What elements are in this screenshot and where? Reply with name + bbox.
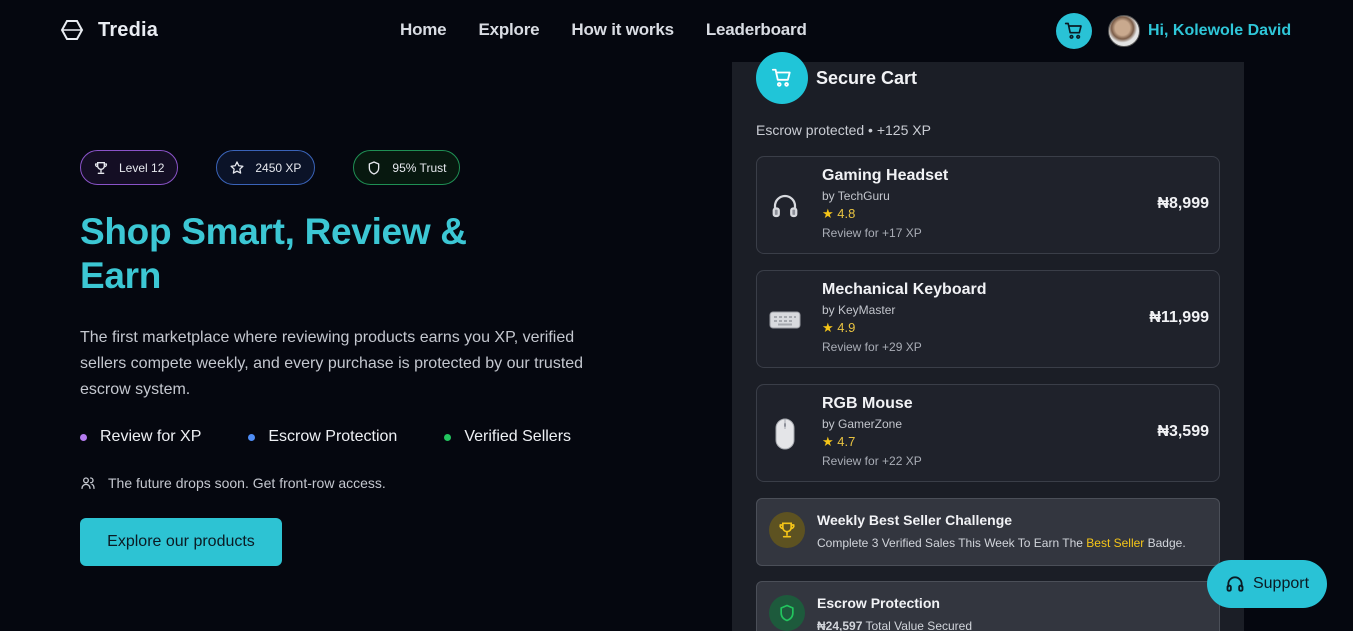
support-label: Support	[1252, 575, 1310, 592]
cart-item-mechanical-keyboard[interactable]: Mechanical Keyboard by KeyMaster ★ 4.9 R…	[756, 270, 1220, 368]
cart-subtitle: Escrow protected • +125 XP	[756, 122, 931, 138]
item-rating: ★ 4.9	[822, 320, 987, 336]
nav-link-leaderboard[interactable]: Leaderboard	[706, 20, 807, 40]
item-name: Gaming Headset	[822, 167, 949, 184]
star-icon: ★	[822, 206, 834, 221]
item-price: ₦11,999	[1149, 309, 1209, 326]
trophy-icon	[94, 161, 108, 174]
trophy-icon	[769, 512, 805, 548]
challenge-title: Weekly Best Seller Challenge	[817, 512, 1013, 528]
main-menu: Home Explore How it works Leaderboard	[400, 20, 807, 40]
cart-header-icon-wrap	[756, 52, 808, 104]
escrow-protection-card: Escrow Protection ₦24,597 Total Value Se…	[756, 581, 1220, 631]
feature-label: Verified Sellers	[464, 428, 572, 445]
cart-icon	[1064, 22, 1082, 39]
item-review-xp: Review for +22 XP	[822, 454, 922, 468]
challenge-text-after: Badge.	[1144, 536, 1186, 550]
feature-list: Review for XP Escrow Protection Verified…	[80, 428, 618, 446]
hexagon-logo-icon	[60, 20, 84, 40]
item-seller: by GamerZone	[822, 417, 903, 431]
early-access-note: The future drops soon. Get front-row acc…	[80, 475, 386, 491]
hero-description: The first marketplace where reviewing pr…	[80, 329, 584, 398]
star-icon	[230, 160, 244, 174]
item-review-xp: Review for +29 XP	[822, 340, 922, 354]
item-price: ₦8,999	[1157, 195, 1209, 212]
shield-icon	[369, 160, 380, 175]
rating-value: 4.7	[837, 434, 856, 449]
trust-badge: 95% Trust	[353, 150, 461, 185]
level-badge: Level 12	[80, 150, 179, 185]
item-price: ₦3,599	[1157, 423, 1209, 440]
feature-label: Escrow Protection	[268, 428, 398, 445]
feature-dot-icon	[444, 433, 452, 441]
support-button[interactable]: Support	[1207, 560, 1327, 608]
star-icon: ★	[822, 434, 834, 449]
stat-badges: Level 12 2450 XP 95% Trust	[80, 150, 461, 185]
escrow-text: ₦24,597 Total Value Secured	[817, 619, 972, 631]
nav-link-home[interactable]: Home	[400, 20, 447, 40]
cart-item-rgb-mouse[interactable]: RGB Mouse by GamerZone ★ 4.7 Review for …	[756, 384, 1220, 482]
escrow-title: Escrow Protection	[817, 595, 940, 611]
user-menu[interactable]: Hi, Kolewole David	[1108, 15, 1291, 47]
best-seller-highlight: Best Seller	[1086, 536, 1145, 550]
feature-dot-icon	[248, 433, 256, 441]
item-rating: ★ 4.7	[822, 434, 922, 450]
keyboard-icon	[769, 306, 801, 334]
avatar	[1108, 15, 1140, 47]
headset-icon	[1226, 576, 1244, 592]
cart-icon	[771, 68, 791, 87]
user-greeting: Hi, Kolewole David	[1148, 22, 1292, 39]
hero-title-line2: Earn	[80, 255, 162, 296]
level-label: Level 12	[119, 160, 165, 175]
challenge-text: Complete 3 Verified Sales This Week To E…	[817, 536, 1186, 550]
note-text: The future drops soon. Get front-row acc…	[108, 475, 386, 491]
feature-label: Review for XP	[100, 428, 202, 445]
cart-title: Secure Cart	[816, 67, 918, 88]
rating-value: 4.9	[837, 320, 856, 335]
rating-value: 4.8	[837, 206, 856, 221]
feature-verified-sellers: Verified Sellers	[444, 428, 571, 446]
secure-cart-panel: Secure Cart Escrow protected • +125 XP G…	[732, 52, 1244, 631]
challenge-text-before: Complete 3 Verified Sales This Week To E…	[817, 536, 1087, 550]
explore-products-button[interactable]: Explore our products	[80, 518, 282, 566]
top-navbar: Tredia Home Explore How it works Leaderb…	[0, 0, 1353, 62]
item-name: Mechanical Keyboard	[822, 281, 987, 298]
cart-header: Secure Cart	[756, 52, 917, 104]
item-seller: by TechGuru	[822, 189, 890, 203]
escrow-amount-label: Total Value Secured	[862, 619, 973, 631]
users-icon	[81, 477, 95, 489]
trust-label: 95% Trust	[392, 160, 447, 175]
star-icon: ★	[822, 320, 834, 335]
brand-logo[interactable]: Tredia	[60, 18, 158, 42]
nav-link-how-it-works[interactable]: How it works	[571, 20, 674, 40]
feature-review-for-xp: Review for XP	[80, 428, 201, 446]
shield-icon	[769, 595, 805, 631]
hero-title: Shop Smart, Review & Earn	[80, 210, 540, 298]
escrow-amount: ₦24,597	[817, 619, 863, 631]
item-name: RGB Mouse	[822, 395, 913, 412]
headphones-icon	[769, 192, 801, 220]
weekly-challenge-card: Weekly Best Seller Challenge Complete 3 …	[756, 498, 1220, 566]
cart-button[interactable]	[1056, 13, 1092, 49]
cart-item-gaming-headset[interactable]: Gaming Headset by TechGuru ★ 4.8 Review …	[756, 156, 1220, 254]
item-review-xp: Review for +17 XP	[822, 226, 922, 240]
xp-badge: 2450 XP	[216, 150, 316, 185]
item-rating: ★ 4.8	[822, 206, 948, 222]
xp-label: 2450 XP	[255, 160, 302, 175]
brand-name: Tredia	[98, 18, 159, 41]
hero-title-line1: Shop Smart, Review &	[80, 211, 467, 252]
feature-dot-icon	[80, 433, 87, 441]
item-seller: by KeyMaster	[822, 303, 896, 317]
feature-escrow-protection: Escrow Protection	[248, 428, 397, 446]
mouse-icon	[769, 418, 801, 450]
nav-link-explore[interactable]: Explore	[478, 20, 539, 40]
